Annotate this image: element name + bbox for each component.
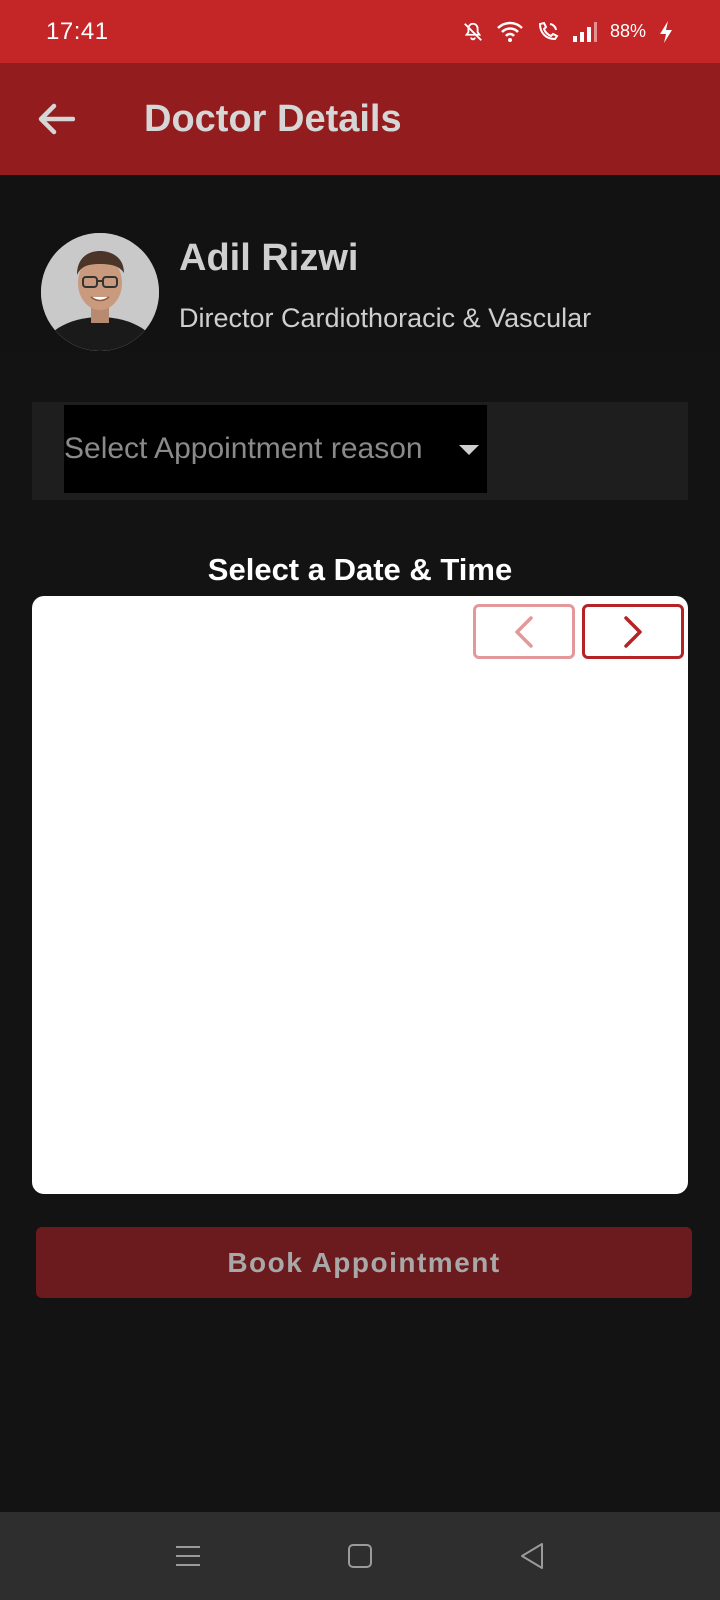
wifi-calling-icon	[538, 21, 559, 40]
next-button[interactable]	[582, 604, 684, 659]
system-back-button[interactable]	[512, 1536, 552, 1576]
system-nav-bar	[0, 1512, 720, 1600]
doctor-specialty: Director Cardiothoracic & Vascular	[179, 303, 592, 333]
status-bar: 17:41 88%	[0, 0, 720, 63]
wifi-icon	[497, 21, 523, 42]
home-icon	[348, 1544, 372, 1568]
status-time: 17:41	[46, 17, 109, 45]
mute-icon	[464, 22, 482, 41]
book-appointment-button[interactable]: Book Appointment	[36, 1227, 692, 1298]
chevron-left-icon	[515, 615, 533, 648]
recent-apps-button[interactable]	[168, 1536, 208, 1576]
avatar	[41, 233, 159, 351]
back-button[interactable]	[30, 93, 82, 145]
home-button[interactable]	[340, 1536, 380, 1576]
doctor-photo	[41, 233, 159, 351]
menu-icon	[176, 1546, 200, 1566]
doctor-name: Adil Rizwi	[179, 237, 359, 279]
signal-icon	[572, 21, 597, 42]
reason-placeholder: Select Appointment reason	[64, 432, 423, 465]
charging-icon	[660, 20, 672, 43]
caret-down-icon	[459, 445, 479, 455]
doctor-header: Adil Rizwi Director Cardiothoracic & Vas…	[0, 175, 720, 353]
date-time-heading: Select a Date & Time	[207, 552, 513, 587]
back-icon	[521, 1543, 543, 1569]
app-bar: Doctor Details	[0, 63, 720, 175]
status-icons: 88%	[462, 20, 674, 44]
chevron-right-icon	[624, 615, 642, 648]
back-arrow-icon	[38, 103, 75, 135]
page-title: Doctor Details	[144, 97, 402, 140]
previous-button[interactable]	[473, 604, 575, 659]
calendar-card	[32, 596, 688, 1194]
appointment-reason-dropdown[interactable]: Select Appointment reason	[64, 405, 487, 493]
battery-percent: 88%	[609, 21, 646, 41]
